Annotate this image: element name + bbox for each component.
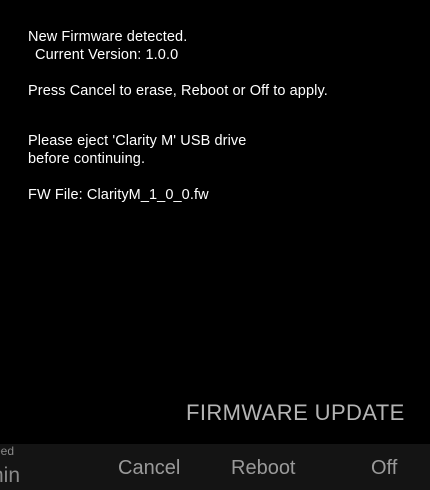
reboot-button[interactable]: Reboot — [231, 456, 296, 480]
firmware-file-text: FW File: ClarityM_1_0_0.fw — [28, 187, 209, 203]
screen-title: FIRMWARE UPDATE — [186, 400, 405, 425]
instruction-text: Press Cancel to erase, Reboot or Off to … — [28, 83, 328, 99]
message-area: New Firmware detected. Current Version: … — [28, 28, 423, 204]
off-button[interactable]: Off — [371, 456, 397, 480]
previous-page-stub[interactable]: eed nin — [0, 444, 44, 490]
previous-page-stub-small-text: eed — [0, 444, 15, 458]
eject-drive-text: Please eject 'Clarity M' USB drive — [28, 133, 247, 149]
previous-page-stub-large-text: nin — [0, 464, 21, 487]
cancel-button[interactable]: Cancel — [118, 456, 180, 480]
firmware-detected-text: New Firmware detected. — [28, 29, 188, 45]
firmware-update-screen: New Firmware detected. Current Version: … — [0, 0, 430, 490]
current-version-text: Current Version: 1.0.0 — [35, 47, 179, 63]
eject-drive-text-continued: before continuing. — [28, 151, 146, 167]
softkey-bar: eed nin Cancel Reboot Off — [0, 444, 430, 490]
